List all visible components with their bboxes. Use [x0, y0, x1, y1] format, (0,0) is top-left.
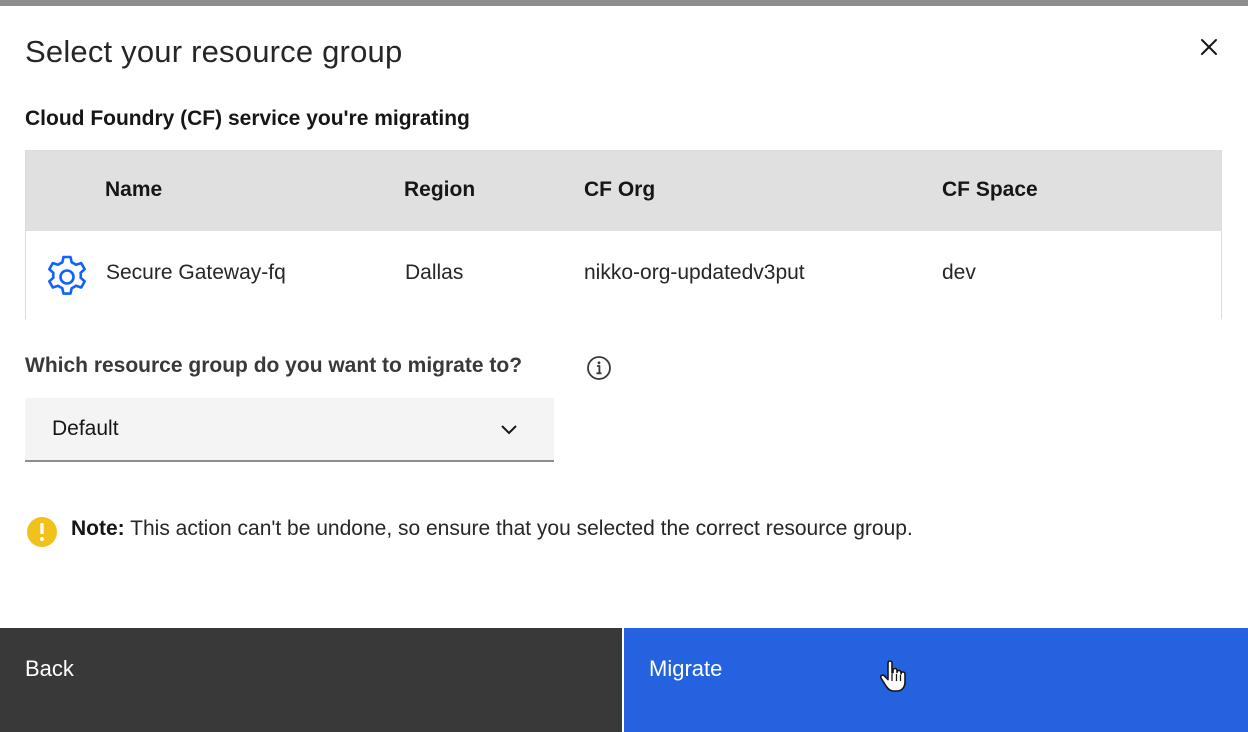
note-text: Note: This action can't be undone, so en… [71, 517, 913, 541]
service-region: Dallas [405, 261, 464, 284]
service-section-label: Cloud Foundry (CF) service you're migrat… [25, 107, 470, 130]
gear-icon [48, 255, 86, 295]
chevron-down-icon [501, 425, 517, 435]
resource-group-select[interactable]: Default [25, 398, 554, 462]
column-header-region: Region [404, 178, 476, 201]
note-label: Note: [71, 517, 125, 540]
column-header-cf-org: CF Org [584, 178, 656, 201]
service-table: Name Region CF Org CF Space Secure Gatew… [25, 150, 1222, 319]
close-button[interactable] [1192, 30, 1226, 64]
modal-title: Select your resource group [25, 34, 403, 69]
column-header-name: Name [105, 178, 163, 201]
modal-footer: Back Migrate [0, 628, 1248, 732]
table-header: Name Region CF Org CF Space [26, 151, 1221, 231]
back-button-label: Back [25, 656, 74, 681]
hand-cursor-icon [880, 660, 906, 692]
migrate-button-label: Migrate [649, 656, 723, 681]
resource-group-selected-value: Default [52, 417, 119, 440]
migrate-modal: Select your resource group Cloud Foundry… [0, 0, 1248, 732]
info-icon[interactable] [586, 355, 612, 381]
service-cf-space: dev [942, 261, 976, 284]
column-header-cf-space: CF Space [942, 178, 1038, 201]
resource-group-question: Which resource group do you want to migr… [25, 354, 523, 377]
close-icon [1201, 39, 1217, 55]
back-button[interactable]: Back [0, 628, 622, 732]
service-name: Secure Gateway-fq [106, 261, 286, 284]
warning-icon [27, 517, 57, 547]
table-row: Secure Gateway-fq Dallas nikko-org-updat… [26, 231, 1221, 319]
modal-top-edge [0, 0, 1248, 6]
migrate-button[interactable]: Migrate [624, 628, 1248, 732]
service-cf-org: nikko-org-updatedv3put [584, 261, 805, 284]
note-message: This action can't be undone, so ensure t… [130, 517, 913, 540]
